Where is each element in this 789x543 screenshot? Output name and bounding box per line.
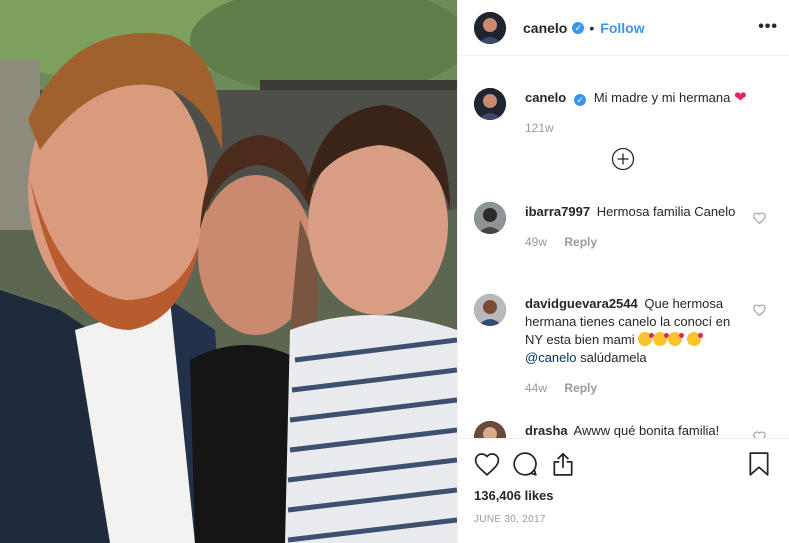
post-author-username[interactable]: canelo xyxy=(523,20,567,36)
comment-body: davidguevara2544 Que hermosa hermana tie… xyxy=(525,295,740,397)
post-actions: 136,406 likes JUNE 30, 2017 xyxy=(458,438,789,543)
reply-button[interactable]: Reply xyxy=(564,381,597,395)
caption-username[interactable]: canelo xyxy=(525,90,566,105)
avatar[interactable] xyxy=(474,421,506,438)
like-comment-heart-icon[interactable] xyxy=(753,431,766,438)
bookmark-icon[interactable] xyxy=(746,451,772,477)
comment-text: Awww qué bonita familia! xyxy=(573,423,720,438)
comment-username[interactable]: ibarra7997 xyxy=(525,204,590,219)
caption-text: Mi madre y mi hermana xyxy=(593,90,731,105)
likes-count[interactable]: 136,406 likes xyxy=(474,488,554,503)
kiss-emoji-icon xyxy=(686,332,703,346)
like-comment-heart-icon[interactable] xyxy=(753,212,766,224)
comment-icon[interactable] xyxy=(512,451,538,477)
avatar[interactable] xyxy=(474,294,506,326)
heart-icon[interactable] xyxy=(474,451,500,477)
like-comment-heart-icon[interactable] xyxy=(753,304,766,316)
comment-username[interactable]: davidguevara2544 xyxy=(525,296,638,311)
avatar[interactable] xyxy=(474,88,506,120)
kiss-emoji-icon xyxy=(638,332,655,346)
comment-body: ibarra7997 Hermosa familia Canelo 49w Re… xyxy=(525,203,740,251)
caption-meta: 121w xyxy=(525,119,765,137)
load-more-comments-button[interactable] xyxy=(611,147,635,171)
post-photo[interactable] xyxy=(0,0,457,543)
comment-mention[interactable]: @canelo xyxy=(525,350,577,365)
post-header: canelo ✓ • Follow ••• xyxy=(458,0,789,56)
comments-list[interactable]: canelo ✓ Mi madre y mi hermana ❤ 121w ib… xyxy=(458,57,789,438)
verified-badge-icon: ✓ xyxy=(574,94,587,106)
avatar[interactable] xyxy=(474,202,506,234)
family-selfie-image xyxy=(0,0,457,543)
comment-text: salúdamela xyxy=(580,350,647,365)
kiss-emoji-icon xyxy=(653,332,670,346)
comment-meta: 44w Reply xyxy=(525,379,740,397)
post-date[interactable]: JUNE 30, 2017 xyxy=(474,514,546,525)
caption-body: canelo ✓ Mi madre y mi hermana ❤ 121w xyxy=(525,89,765,137)
red-heart-emoji-icon: ❤ xyxy=(733,89,747,106)
post-side-panel: canelo ✓ • Follow ••• canelo ✓ Mi madre y… xyxy=(457,0,789,543)
post-viewer: canelo ✓ • Follow ••• canelo ✓ Mi madre y… xyxy=(0,0,789,543)
reply-button[interactable]: Reply xyxy=(564,235,597,249)
comment-time[interactable]: 44w xyxy=(525,381,547,395)
more-options-icon[interactable]: ••• xyxy=(758,18,778,36)
separator-dot: • xyxy=(589,19,595,36)
avatar[interactable] xyxy=(474,11,506,44)
caption-time[interactable]: 121w xyxy=(525,121,554,135)
comment-username[interactable]: drasha xyxy=(525,423,568,438)
comment-time[interactable]: 49w xyxy=(525,235,547,249)
comment-meta: 49w Reply xyxy=(525,233,740,251)
comment-body: drasha Awww qué bonita familia! xyxy=(525,422,765,438)
verified-badge-icon: ✓ xyxy=(572,21,585,34)
comment-text: Hermosa familia Canelo xyxy=(596,204,736,219)
share-icon[interactable] xyxy=(550,451,576,477)
kiss-emoji-icon xyxy=(668,332,685,346)
follow-button[interactable]: Follow xyxy=(600,20,644,36)
